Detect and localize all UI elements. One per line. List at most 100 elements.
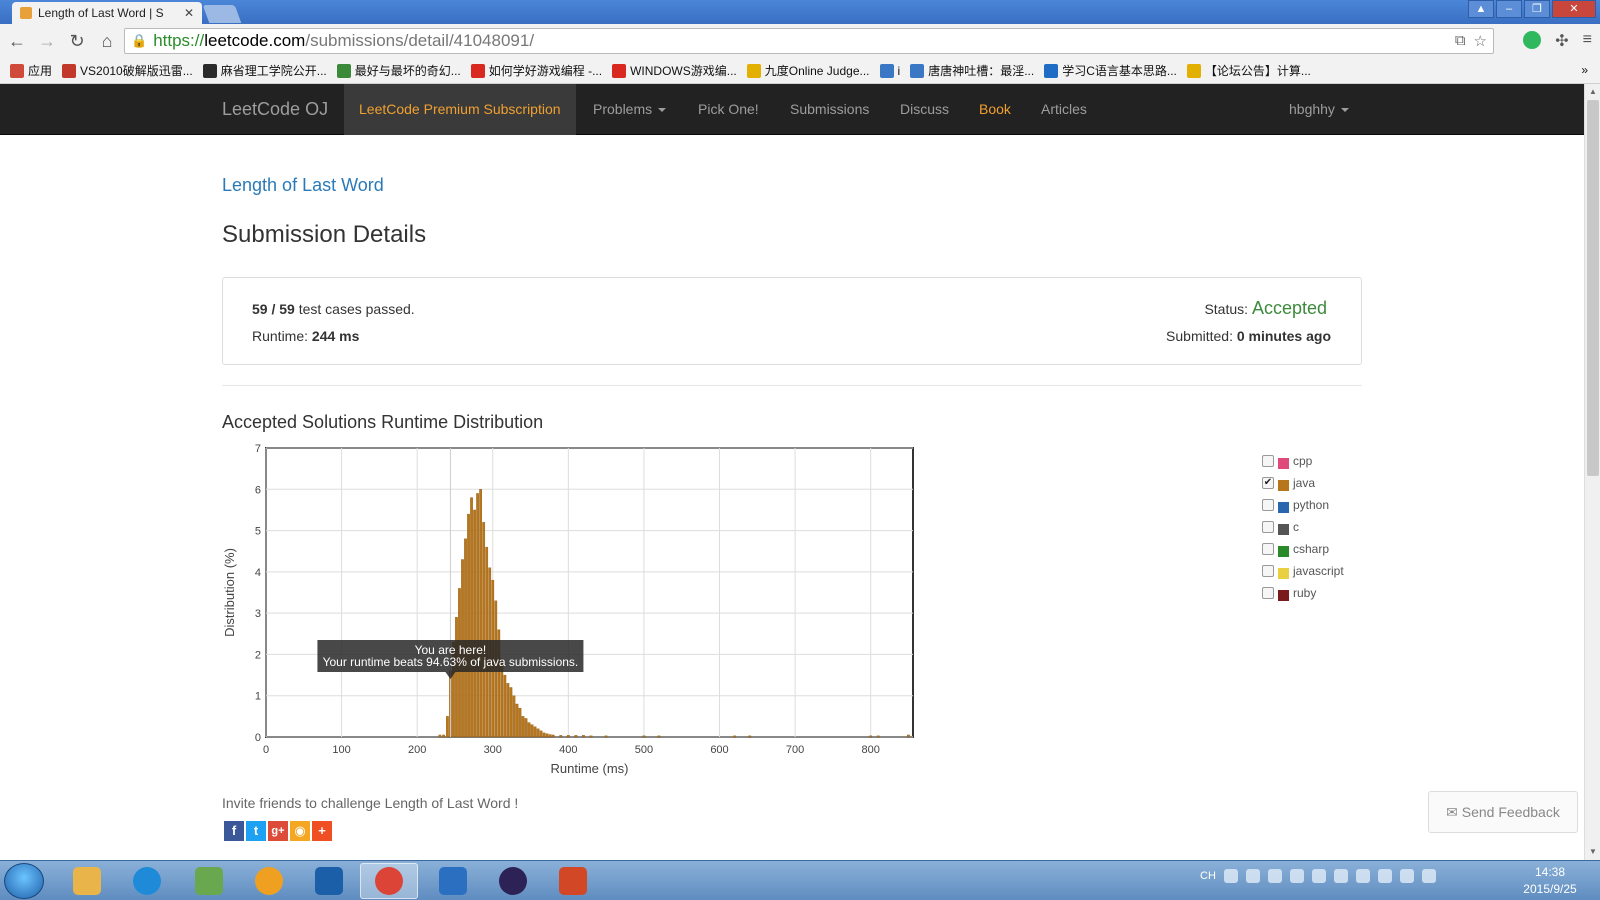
nav-articles[interactable]: Articles xyxy=(1041,84,1087,135)
reload-icon[interactable]: ↻ xyxy=(64,28,90,54)
bookmark-item[interactable]: 【论坛公告】计算... xyxy=(1186,62,1311,79)
legend-checkbox[interactable] xyxy=(1262,587,1274,599)
bookmark-item[interactable]: 最好与最坏的奇幻... xyxy=(336,62,461,79)
close-window-button[interactable]: ✕ xyxy=(1552,0,1596,18)
minimize-button[interactable]: – xyxy=(1496,0,1522,18)
bookmark-item[interactable]: 如何学好游戏编程 -... xyxy=(470,62,602,79)
bookmark-item[interactable]: 麻省理工学院公开... xyxy=(202,62,327,79)
flag-icon[interactable] xyxy=(1421,869,1436,883)
legend-checkbox[interactable] xyxy=(1262,543,1274,555)
bar xyxy=(907,734,910,738)
omnibox-icons: ⧉ ☆ xyxy=(1455,32,1487,50)
bar xyxy=(527,722,531,738)
twitter-icon[interactable]: t xyxy=(246,821,266,841)
bar xyxy=(733,735,736,738)
tray-icon[interactable] xyxy=(1311,869,1326,883)
bookmark-item[interactable]: 应用 xyxy=(10,62,52,79)
weibo-icon[interactable]: ◉ xyxy=(290,821,310,841)
close-tab-icon[interactable]: ✕ xyxy=(184,6,194,20)
bookmark-item[interactable]: 学习C语言基本思路... xyxy=(1044,62,1177,79)
scroll-down-icon[interactable]: ▼ xyxy=(1585,844,1600,860)
taskbar-app-ie[interactable] xyxy=(118,863,176,899)
bookmarks-more-icon[interactable]: » xyxy=(1581,63,1588,77)
more-share-icon[interactable]: + xyxy=(312,821,332,841)
taskbar-app-notepad[interactable] xyxy=(180,863,238,899)
taskbar-app-vs[interactable] xyxy=(424,863,482,899)
puzzle-icon[interactable]: ✣ xyxy=(1555,31,1568,51)
y-tick-label: 0 xyxy=(255,732,261,744)
extension-green-icon[interactable] xyxy=(1523,31,1542,49)
network-icon[interactable] xyxy=(1377,869,1392,883)
invite-text: Invite friends to challenge Length of La… xyxy=(222,795,519,811)
tray-icon[interactable] xyxy=(1289,869,1304,883)
back-icon[interactable]: ← xyxy=(4,28,30,54)
address-bar[interactable]: 🔒 https://leetcode.com/submissions/detai… xyxy=(124,28,1494,54)
legend-item-javascript[interactable]: javascript xyxy=(1262,560,1344,582)
help-icon[interactable] xyxy=(1245,869,1260,883)
bookmark-favicon-icon xyxy=(910,63,925,78)
bookmark-item[interactable]: VS2010破解版迅雷... xyxy=(62,62,193,79)
nav-book[interactable]: Book xyxy=(979,84,1011,135)
facebook-icon[interactable]: f xyxy=(224,821,244,841)
bookmark-item[interactable]: WINDOWS游戏编... xyxy=(612,62,737,79)
legend-checkbox[interactable] xyxy=(1262,521,1274,533)
page-title: Submission Details xyxy=(222,221,427,248)
tray-icon[interactable] xyxy=(1267,869,1282,883)
browser-tab[interactable]: Length of Last Word | S ✕ xyxy=(12,2,202,24)
forward-icon[interactable]: → xyxy=(34,28,60,54)
bookmark-star-icon[interactable]: ☆ xyxy=(1474,32,1487,50)
brand-link[interactable]: LeetCode OJ xyxy=(222,84,328,135)
send-feedback-button[interactable]: ✉ Send Feedback xyxy=(1428,791,1578,833)
start-button[interactable] xyxy=(4,863,44,899)
menu-icon[interactable]: ≡ xyxy=(1583,31,1592,51)
legend-item-c[interactable]: c xyxy=(1262,516,1344,538)
keyboard-icon[interactable] xyxy=(1223,869,1238,883)
status-value[interactable]: Accepted xyxy=(1252,298,1327,318)
volume-icon[interactable] xyxy=(1399,869,1414,883)
taskbar-app-media[interactable] xyxy=(240,863,298,899)
taskbar-app-explorer[interactable] xyxy=(58,863,116,899)
lock-icon: 🔒 xyxy=(131,33,148,48)
legend-item-cpp[interactable]: cpp xyxy=(1262,450,1344,472)
nav-pick-one[interactable]: Pick One! xyxy=(698,84,759,135)
scroll-up-icon[interactable]: ▲ xyxy=(1585,84,1600,100)
legend-checkbox[interactable]: ✔ xyxy=(1262,477,1274,489)
taskbar-app-chrome[interactable] xyxy=(360,863,418,899)
bookmark-item[interactable]: i xyxy=(879,63,900,78)
bookmark-favicon-icon xyxy=(1044,63,1059,78)
taskbar-app-eclipse[interactable] xyxy=(484,863,542,899)
browser-toolbar: ← → ↻ ⌂ 🔒 https://leetcode.com/submissio… xyxy=(0,24,1600,58)
legend-item-python[interactable]: python xyxy=(1262,494,1344,516)
bookmark-item[interactable]: 九度Online Judge... xyxy=(746,62,870,79)
eclipse-icon xyxy=(499,867,527,895)
legend-checkbox[interactable] xyxy=(1262,565,1274,577)
problem-link[interactable]: Length of Last Word xyxy=(222,175,384,196)
home-icon[interactable]: ⌂ xyxy=(94,28,120,54)
restore-button[interactable]: ❐ xyxy=(1524,0,1550,18)
nav-discuss[interactable]: Discuss xyxy=(900,84,949,135)
nav-problems[interactable]: Problems xyxy=(593,84,667,135)
bookmark-item[interactable]: 唐唐神吐槽：最淫... xyxy=(910,62,1034,79)
legend-item-ruby[interactable]: ruby xyxy=(1262,582,1344,604)
google-plus-icon[interactable]: g+ xyxy=(268,821,288,841)
tab-title: Length of Last Word | S xyxy=(38,6,164,20)
translate-icon[interactable]: ⧉ xyxy=(1455,32,1466,50)
bar xyxy=(542,732,546,738)
scrollbar-thumb[interactable] xyxy=(1587,100,1599,476)
tray-icon[interactable] xyxy=(1333,869,1348,883)
language-indicator[interactable]: CH xyxy=(1200,870,1216,882)
legend-item-java[interactable]: ✔ java xyxy=(1262,472,1344,494)
user-menu[interactable]: hbghhy xyxy=(1289,84,1349,135)
user-icon[interactable]: ▲ xyxy=(1468,0,1494,18)
legend-item-csharp[interactable]: csharp xyxy=(1262,538,1344,560)
tray-icon[interactable] xyxy=(1355,869,1370,883)
nav-premium[interactable]: LeetCode Premium Subscription xyxy=(344,84,576,135)
new-tab-button[interactable] xyxy=(202,5,242,23)
nav-submissions[interactable]: Submissions xyxy=(790,84,869,135)
clock[interactable]: 14:38 2015/9/25 xyxy=(1510,864,1590,898)
taskbar-app-powerpoint[interactable] xyxy=(544,863,602,899)
taskbar-app-powershell[interactable] xyxy=(300,863,358,899)
legend-checkbox[interactable] xyxy=(1262,455,1274,467)
legend-checkbox[interactable] xyxy=(1262,499,1274,511)
page-scrollbar[interactable]: ▲ ▼ xyxy=(1584,84,1600,860)
